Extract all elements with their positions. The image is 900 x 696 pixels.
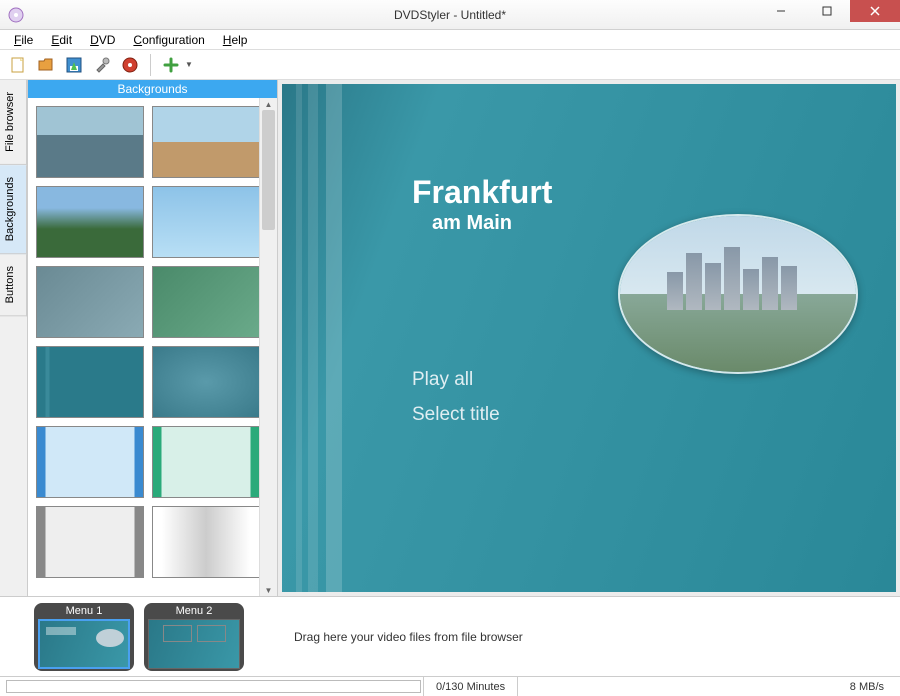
scroll-up-arrow[interactable]: ▲ [260, 98, 277, 110]
background-thumb[interactable] [152, 426, 259, 498]
menu-edit[interactable]: Edit [43, 31, 80, 49]
menu-file[interactable]: File [6, 31, 41, 49]
menu-dvd[interactable]: DVD [82, 31, 123, 49]
statusbar: 0/130 Minutes 8 MB/s [0, 676, 900, 696]
main-area: File browser Backgrounds Buttons Backgro… [0, 80, 900, 596]
preview-title[interactable]: Frankfurt [412, 174, 552, 211]
status-bitrate: 8 MB/s [518, 677, 900, 696]
menu-help[interactable]: Help [215, 31, 256, 49]
maximize-button[interactable] [804, 0, 850, 22]
timeline-menu-thumb [38, 619, 130, 669]
timeline-menu-1[interactable]: Menu 1 [34, 603, 134, 671]
background-thumb[interactable] [36, 346, 144, 418]
save-button[interactable] [62, 53, 86, 77]
menu-option-select-title[interactable]: Select title [412, 404, 500, 426]
scroll-down-arrow[interactable]: ▼ [260, 584, 277, 596]
background-thumb[interactable] [152, 106, 259, 178]
window-title: DVDStyler - Untitled* [394, 8, 506, 22]
timeline-menu-thumb [148, 619, 240, 669]
timeline-hint: Drag here your video files from file bro… [254, 630, 866, 644]
app-icon [8, 7, 24, 23]
status-duration: 0/130 Minutes [424, 677, 518, 696]
menubar: File Edit DVD Configuration Help [0, 30, 900, 50]
status-progress [4, 677, 424, 696]
close-button[interactable] [850, 0, 900, 22]
background-thumb[interactable] [152, 266, 259, 338]
menu-configuration[interactable]: Configuration [125, 31, 212, 49]
burn-button[interactable] [118, 53, 142, 77]
vertical-tabs: File browser Backgrounds Buttons [0, 80, 28, 596]
toolbar: ▼ [0, 50, 900, 80]
preview-subtitle[interactable]: am Main [432, 212, 512, 235]
timeline[interactable]: Menu 1 Menu 2 Drag here your video files… [0, 596, 900, 676]
menu-preview-canvas[interactable]: Frankfurt am Main Play all Select title [282, 84, 896, 592]
preview-image-oval[interactable] [618, 214, 858, 374]
add-button[interactable] [159, 53, 183, 77]
timeline-menu-2[interactable]: Menu 2 [144, 603, 244, 671]
backgrounds-header: Backgrounds [28, 80, 277, 98]
timeline-menu-label: Menu 2 [148, 605, 240, 617]
backgrounds-panel: Backgrounds ▲ ▼ [28, 80, 278, 596]
background-thumb[interactable] [36, 106, 144, 178]
new-button[interactable] [6, 53, 30, 77]
background-thumb[interactable] [36, 186, 144, 258]
open-button[interactable] [34, 53, 58, 77]
background-thumb[interactable] [36, 426, 144, 498]
tab-buttons[interactable]: Buttons [0, 254, 27, 316]
timeline-menu-label: Menu 1 [38, 605, 130, 617]
menu-option-play-all[interactable]: Play all [412, 369, 473, 391]
backgrounds-grid [28, 98, 259, 596]
toolbar-separator [150, 54, 151, 76]
background-thumb[interactable] [152, 506, 259, 578]
background-thumb[interactable] [152, 346, 259, 418]
background-thumb[interactable] [36, 506, 144, 578]
background-thumb[interactable] [36, 266, 144, 338]
settings-button[interactable] [90, 53, 114, 77]
preview-wrap: Frankfurt am Main Play all Select title [278, 80, 900, 596]
scroll-thumb[interactable] [262, 110, 275, 230]
backgrounds-scrollbar[interactable]: ▲ ▼ [259, 98, 277, 596]
titlebar: DVDStyler - Untitled* [0, 0, 900, 30]
background-thumb[interactable] [152, 186, 259, 258]
preview-stripes [282, 84, 362, 592]
tab-backgrounds[interactable]: Backgrounds [0, 165, 27, 254]
tab-file-browser[interactable]: File browser [0, 80, 27, 165]
add-dropdown-arrow[interactable]: ▼ [185, 60, 193, 69]
minimize-button[interactable] [758, 0, 804, 22]
